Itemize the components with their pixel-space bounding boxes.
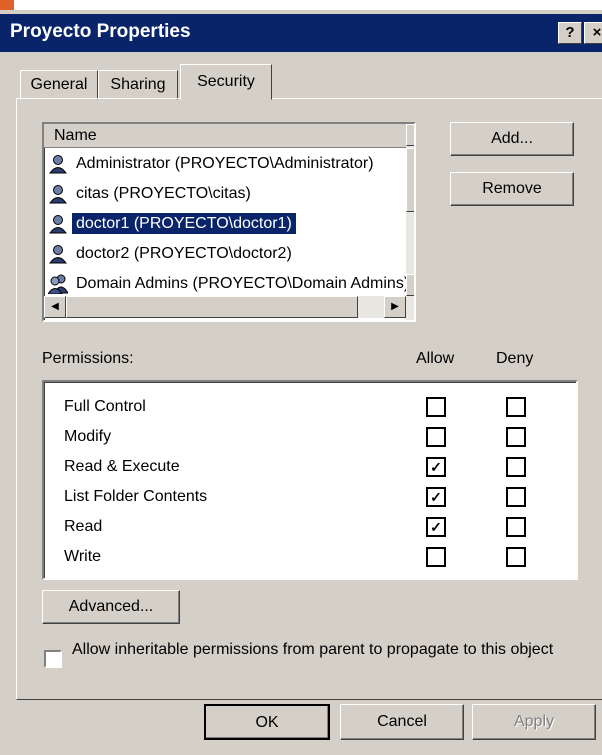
- permissions-label: Permissions:: [42, 350, 134, 367]
- allow-checkbox[interactable]: ✓: [426, 487, 446, 507]
- users-list[interactable]: Name Administrator (PROYECTO\Administrat…: [42, 122, 416, 322]
- user-icon: [49, 184, 67, 204]
- permission-label: Write: [64, 548, 102, 565]
- advanced-button[interactable]: Advanced...: [42, 590, 180, 624]
- deny-checkbox[interactable]: [506, 427, 526, 447]
- list-item[interactable]: Domain Admins (PROYECTO\Domain Admins): [48, 270, 408, 298]
- horizontal-scrollbar[interactable]: ◀ ▶: [44, 296, 406, 318]
- permission-label: Read: [64, 518, 103, 535]
- permission-row: Modify: [64, 422, 564, 452]
- title-bar[interactable]: Proyecto Properties ? ×: [0, 14, 602, 52]
- deny-checkbox[interactable]: [506, 547, 526, 567]
- list-item-label: citas (PROYECTO\citas): [76, 185, 251, 202]
- ok-button[interactable]: OK: [204, 704, 330, 740]
- user-icon: [49, 154, 67, 174]
- permission-label: List Folder Contents: [64, 488, 208, 505]
- name-column-header[interactable]: Name: [44, 124, 412, 148]
- permission-row: List Folder Contents: [64, 482, 564, 512]
- deny-column-label: Deny: [496, 350, 534, 367]
- list-item[interactable]: doctor1 (PROYECTO\doctor1): [48, 210, 408, 238]
- permission-label: Full Control: [64, 398, 146, 415]
- tab-security[interactable]: Security: [180, 64, 272, 100]
- close-button[interactable]: ×: [584, 22, 602, 44]
- list-item-label: Domain Admins (PROYECTO\Domain Admins): [76, 275, 408, 292]
- allow-checkbox[interactable]: [426, 397, 446, 417]
- deny-checkbox[interactable]: [506, 517, 526, 537]
- apply-button[interactable]: Apply: [472, 704, 596, 740]
- permission-row: Full Control: [64, 392, 564, 422]
- list-item[interactable]: doctor2 (PROYECTO\doctor2): [48, 240, 408, 268]
- inherit-permissions-checkbox[interactable]: [44, 650, 62, 668]
- remove-button[interactable]: Remove: [450, 172, 574, 206]
- properties-dialog: Proyecto Properties ? × General Sharing …: [0, 0, 602, 755]
- vertical-scroll-thumb[interactable]: [406, 148, 414, 212]
- permission-row: Read: [64, 512, 564, 542]
- vertical-scrollbar[interactable]: ▲ ▼: [406, 124, 414, 320]
- allow-checkbox[interactable]: [426, 427, 446, 447]
- allow-checkbox[interactable]: ✓: [426, 457, 446, 477]
- allow-checkbox[interactable]: [426, 547, 446, 567]
- scroll-left-icon[interactable]: ◀: [44, 296, 66, 318]
- allow-column-label: Allow: [416, 350, 455, 367]
- deny-checkbox[interactable]: [506, 457, 526, 477]
- horizontal-scroll-thumb[interactable]: [66, 296, 358, 318]
- window-title: Proyecto Properties: [10, 21, 191, 42]
- top-accent: [0, 0, 602, 10]
- scroll-down-icon[interactable]: ▼: [406, 274, 414, 296]
- list-item-label: doctor1 (PROYECTO\doctor1): [72, 213, 296, 234]
- user-icon: [49, 244, 67, 264]
- scroll-right-icon[interactable]: ▶: [384, 296, 406, 318]
- tab-sharing[interactable]: Sharing: [98, 70, 178, 100]
- list-item[interactable]: citas (PROYECTO\citas): [48, 180, 408, 208]
- permission-row: Write: [64, 542, 564, 572]
- allow-checkbox[interactable]: ✓: [426, 517, 446, 537]
- add-button[interactable]: Add...: [450, 122, 574, 156]
- list-item-label: doctor2 (PROYECTO\doctor2): [76, 245, 292, 262]
- help-button[interactable]: ?: [558, 22, 582, 44]
- permissions-list: Full Control Modify Read & Execute ✓ List Fo…: [42, 380, 578, 580]
- permission-label: Read & Execute: [64, 458, 180, 475]
- list-item-label: Administrator (PROYECTO\Administrator): [76, 155, 374, 172]
- deny-checkbox[interactable]: [506, 397, 526, 417]
- group-icon: [48, 274, 68, 294]
- deny-checkbox[interactable]: [506, 487, 526, 507]
- permission-label: Modify: [64, 428, 112, 445]
- cancel-button[interactable]: Cancel: [340, 704, 464, 740]
- user-icon: [49, 214, 67, 234]
- scroll-up-icon[interactable]: ▲: [406, 124, 414, 146]
- tab-general[interactable]: General: [20, 70, 98, 100]
- permission-row: Read & Execute: [64, 452, 564, 482]
- list-item[interactable]: Administrator (PROYECTO\Administrator): [48, 150, 408, 178]
- inherit-permissions-label: Allow inheritable permissions from paren…: [72, 641, 554, 658]
